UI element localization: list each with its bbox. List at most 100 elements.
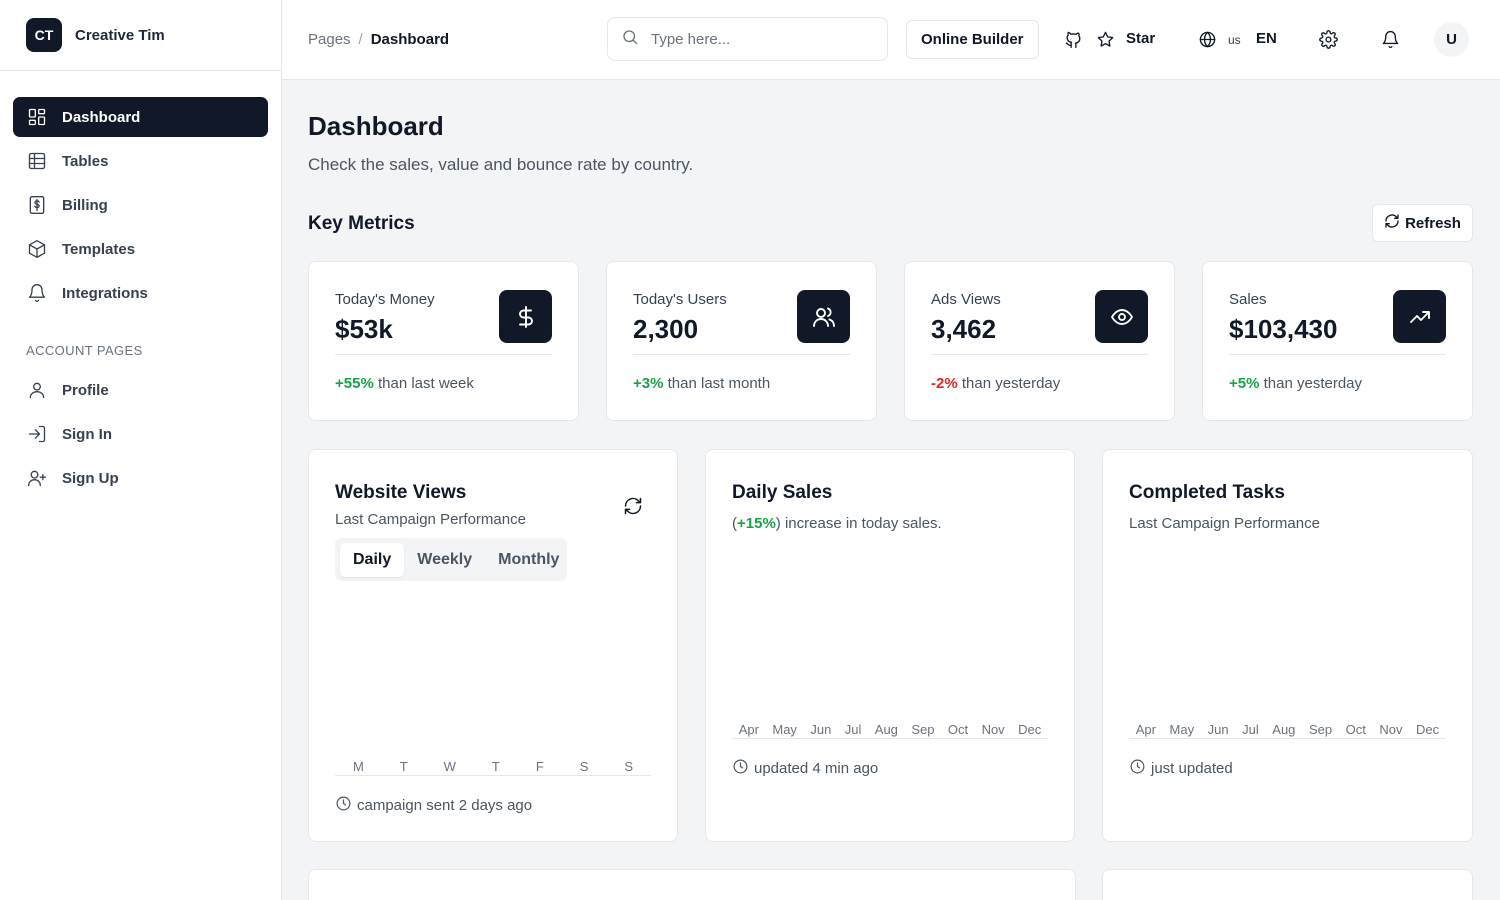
billing-icon (27, 195, 47, 215)
sidebar-item-label: Sign Up (62, 469, 119, 487)
x-tick-label: May (772, 722, 797, 737)
search-box[interactable] (607, 17, 888, 61)
tab-daily[interactable]: Daily (340, 542, 405, 577)
metric-footer: +55% than last week (335, 375, 474, 392)
sidebar-item-integrations[interactable]: Integrations (13, 273, 268, 313)
online-builder-button[interactable]: Online Builder (906, 20, 1039, 59)
sidebar-item-label: Billing (62, 196, 108, 214)
x-tick-label: Jun (1207, 722, 1229, 737)
x-tick-label: T (399, 759, 408, 774)
users-icon (797, 290, 850, 343)
github-icon[interactable] (1062, 28, 1084, 50)
subtitle-highlight: +15% (737, 515, 776, 532)
metric-footer: +5% than yesterday (1229, 375, 1362, 392)
breadcrumb-separator: / (358, 31, 363, 48)
account-pages-label: ACCOUNT PAGES (26, 343, 143, 358)
chart-footer: updated 4 min ago (732, 758, 878, 779)
website-views-card: Website Views Last Campaign Performance … (308, 449, 678, 842)
x-tick-label: Jul (844, 722, 862, 737)
table-icon (27, 151, 47, 171)
sidebar-item-label: Sign In (62, 425, 112, 443)
x-tick-label: Jun (810, 722, 832, 737)
x-tick-label: Aug (1272, 722, 1296, 737)
x-tick-label: S (579, 759, 589, 774)
metric-footer: +3% than last month (633, 375, 770, 392)
completed-tasks-card: Completed Tasks Last Campaign Performanc… (1102, 449, 1473, 842)
chart-x-axis: Apr May Jun Jul Aug Sep Oct Nov Dec (1129, 722, 1446, 739)
x-tick-label: Dec (1416, 722, 1440, 737)
chart-subtitle: Last Campaign Performance (335, 511, 526, 528)
tab-monthly[interactable]: Monthly (485, 543, 572, 577)
metric-change: -2% (931, 375, 958, 392)
language-region[interactable]: us (1228, 33, 1241, 47)
brand[interactable]: CT Creative Tim (0, 0, 281, 71)
x-tick-label: W (443, 759, 456, 774)
chart-x-axis: Apr May Jun Jul Aug Sep Oct Nov Dec (732, 722, 1048, 739)
divider (633, 354, 850, 355)
metric-change-suffix: than yesterday (957, 375, 1061, 392)
star-label[interactable]: Star (1126, 30, 1155, 47)
sidebar-nav: Dashboard Tables Billing Templates Integ… (0, 71, 281, 498)
chart-title: Daily Sales (732, 482, 833, 503)
clock-icon (1129, 758, 1151, 779)
chart-footer-text: updated 4 min ago (754, 760, 879, 777)
sidebar-item-label: Dashboard (62, 108, 141, 126)
metric-footer: -2% than yesterday (931, 375, 1060, 392)
x-tick-label: S (624, 759, 634, 774)
bell-icon (27, 283, 47, 303)
bottom-card-left (308, 869, 1076, 900)
sidebar-item-sign-up[interactable]: Sign Up (13, 458, 268, 498)
sidebar-item-dashboard[interactable]: Dashboard (13, 97, 268, 137)
sidebar-item-templates[interactable]: Templates (13, 229, 268, 269)
sidebar-item-label: Templates (62, 240, 136, 258)
tab-weekly[interactable]: Weekly (404, 543, 485, 577)
page-subtitle: Check the sales, value and bounce rate b… (308, 155, 694, 174)
breadcrumb-current: Dashboard (370, 31, 450, 48)
chart-footer: campaign sent 2 days ago (335, 795, 532, 816)
metric-change: +55% (335, 375, 374, 392)
reload-icon[interactable] (623, 496, 645, 518)
sidebar-item-sign-in[interactable]: Sign In (13, 414, 268, 454)
metric-change-suffix: than last week (373, 375, 474, 392)
x-tick-label: Nov (981, 722, 1005, 737)
x-tick-label: Dec (1018, 722, 1042, 737)
metric-card-sales: Sales $103,430 +5% than yesterday (1202, 261, 1473, 421)
chart-footer-text: just updated (1151, 760, 1233, 777)
refresh-icon (1384, 213, 1405, 233)
notification-bell-icon[interactable] (1379, 28, 1401, 50)
avatar[interactable]: U (1434, 22, 1469, 57)
star-icon[interactable] (1094, 28, 1116, 50)
language-code[interactable]: EN (1256, 30, 1277, 47)
page-title: Dashboard (308, 111, 444, 141)
metric-change-suffix: than yesterday (1259, 375, 1363, 392)
x-tick-label: Jul (1242, 722, 1259, 737)
metric-card-money: Today's Money $53k +55% than last week (308, 261, 579, 421)
chart-subtitle: Last Campaign Performance (1129, 515, 1320, 532)
x-tick-label: Apr (738, 722, 759, 737)
search-icon (621, 28, 639, 51)
daily-sales-card: Daily Sales (+15%) increase in today sal… (705, 449, 1075, 842)
x-tick-label: Nov (1379, 722, 1403, 737)
search-input[interactable] (651, 30, 871, 48)
sidebar-item-label: Integrations (62, 284, 148, 302)
clock-icon (335, 795, 357, 816)
metric-change: +5% (1229, 375, 1260, 392)
x-tick-label: Apr (1135, 722, 1156, 737)
eye-icon (1095, 290, 1148, 343)
chart-footer: just updated (1129, 758, 1233, 779)
sign-in-icon (27, 424, 47, 444)
cube-icon (27, 239, 47, 259)
breadcrumb-parent[interactable]: Pages (308, 31, 351, 48)
metric-card-ads-views: Ads Views 3,462 -2% than yesterday (904, 261, 1175, 421)
metric-change: +3% (633, 375, 664, 392)
trending-up-icon (1393, 290, 1446, 343)
dollar-icon (499, 290, 552, 343)
sidebar-item-billing[interactable]: Billing (13, 185, 268, 225)
sidebar-item-profile[interactable]: Profile (13, 370, 268, 410)
sidebar-item-label: Profile (62, 381, 109, 399)
chart-title: Completed Tasks (1129, 482, 1285, 503)
refresh-button[interactable]: Refresh (1372, 204, 1473, 242)
globe-icon[interactable] (1196, 28, 1218, 50)
gear-icon[interactable] (1317, 28, 1339, 50)
sidebar-item-tables[interactable]: Tables (13, 141, 268, 181)
